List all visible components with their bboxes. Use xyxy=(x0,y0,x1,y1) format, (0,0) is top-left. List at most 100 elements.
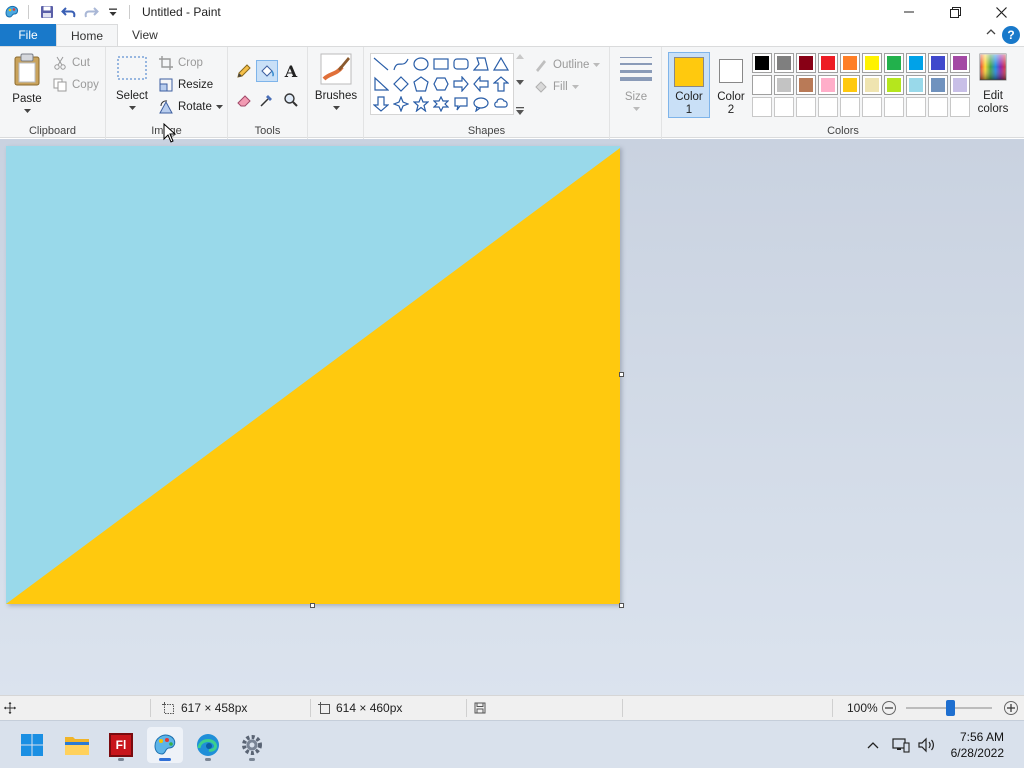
shapes-expand-icon[interactable] xyxy=(516,107,524,115)
palette-swatch[interactable] xyxy=(950,75,970,95)
palette-swatch[interactable] xyxy=(862,53,882,73)
resize-handle-bottom[interactable] xyxy=(310,603,315,608)
hexagon-shape-icon[interactable] xyxy=(431,74,451,94)
file-explorer-icon[interactable] xyxy=(59,727,95,763)
palette-swatch[interactable] xyxy=(752,53,772,73)
down-arrow-shape-icon[interactable] xyxy=(371,94,391,114)
four-point-star-shape-icon[interactable] xyxy=(391,94,411,114)
zoom-slider-thumb[interactable] xyxy=(946,700,955,716)
settings-icon[interactable] xyxy=(234,727,270,763)
copy-button[interactable]: Copy xyxy=(52,75,99,95)
system-clock[interactable]: 7:56 AM 6/28/2022 xyxy=(951,729,1004,761)
tab-view[interactable]: View xyxy=(118,24,172,46)
palette-swatch[interactable] xyxy=(950,97,970,117)
six-point-star-shape-icon[interactable] xyxy=(431,94,451,114)
palette-swatch[interactable] xyxy=(862,75,882,95)
close-icon[interactable] xyxy=(978,0,1024,24)
color-1-button[interactable]: Color 1 xyxy=(668,52,710,118)
cut-button[interactable]: Cut xyxy=(52,53,90,73)
edge-browser-icon[interactable] xyxy=(190,727,226,763)
magnifier-icon[interactable] xyxy=(280,89,302,111)
cloud-callout-shape-icon[interactable] xyxy=(491,94,511,114)
palette-swatch[interactable] xyxy=(884,53,904,73)
customize-dropdown-icon[interactable] xyxy=(103,2,123,22)
undo-icon[interactable] xyxy=(59,2,79,22)
paint-taskbar-icon[interactable] xyxy=(147,727,183,763)
rectangle-shape-icon[interactable] xyxy=(431,54,451,74)
palette-swatch[interactable] xyxy=(774,75,794,95)
crop-button[interactable]: Crop xyxy=(158,53,203,73)
scroll-down-icon[interactable] xyxy=(516,80,524,86)
volume-icon[interactable] xyxy=(916,721,938,768)
palette-swatch[interactable] xyxy=(818,97,838,117)
help-icon[interactable]: ? xyxy=(1002,26,1020,44)
polygon-shape-icon[interactable] xyxy=(471,54,491,74)
pencil-icon[interactable] xyxy=(233,60,255,82)
tab-home[interactable]: Home xyxy=(56,24,119,46)
scroll-up-icon[interactable] xyxy=(516,53,524,59)
resize-button[interactable]: Resize xyxy=(158,75,213,95)
palette-swatch[interactable] xyxy=(906,53,926,73)
palette-swatch[interactable] xyxy=(796,53,816,73)
five-point-star-shape-icon[interactable] xyxy=(411,94,431,114)
oval-shape-icon[interactable] xyxy=(411,54,431,74)
palette-swatch[interactable] xyxy=(950,53,970,73)
rotate-button[interactable]: Rotate xyxy=(158,97,223,117)
paste-button[interactable]: Paste xyxy=(8,53,46,117)
minimize-icon[interactable] xyxy=(886,0,932,24)
palette-swatch[interactable] xyxy=(840,97,860,117)
up-arrow-shape-icon[interactable] xyxy=(491,74,511,94)
resize-handle-corner[interactable] xyxy=(619,603,624,608)
redo-icon[interactable] xyxy=(81,2,101,22)
color-picker-icon[interactable] xyxy=(256,89,278,111)
rounded-rectangle-shape-icon[interactable] xyxy=(451,54,471,74)
maximize-icon[interactable] xyxy=(932,0,978,24)
ribbon-collapse-icon[interactable] xyxy=(986,27,996,39)
zoom-out-icon[interactable] xyxy=(882,701,896,715)
text-icon[interactable]: A xyxy=(280,60,302,82)
palette-swatch[interactable] xyxy=(884,75,904,95)
left-arrow-shape-icon[interactable] xyxy=(471,74,491,94)
triangle-shape-icon[interactable] xyxy=(491,54,511,74)
drawing-canvas[interactable] xyxy=(6,146,620,604)
palette-swatch[interactable] xyxy=(818,75,838,95)
show-hidden-icons-icon[interactable] xyxy=(864,721,882,768)
brushes-button[interactable]: Brushes xyxy=(314,53,358,121)
palette-swatch[interactable] xyxy=(774,97,794,117)
palette-swatch[interactable] xyxy=(840,75,860,95)
oval-callout-shape-icon[interactable] xyxy=(471,94,491,114)
palette-swatch[interactable] xyxy=(928,75,948,95)
color-2-button[interactable]: Color 2 xyxy=(712,53,750,119)
network-icon[interactable] xyxy=(890,721,912,768)
palette-swatch[interactable] xyxy=(928,97,948,117)
palette-swatch[interactable] xyxy=(752,75,772,95)
palette-swatch[interactable] xyxy=(862,97,882,117)
line-shape-icon[interactable] xyxy=(371,54,391,74)
rounded-callout-shape-icon[interactable] xyxy=(451,94,471,114)
paint-app-icon[interactable] xyxy=(2,2,22,22)
eraser-icon[interactable] xyxy=(233,89,255,111)
palette-swatch[interactable] xyxy=(906,75,926,95)
right-arrow-shape-icon[interactable] xyxy=(451,74,471,94)
curve-shape-icon[interactable] xyxy=(391,54,411,74)
palette-swatch[interactable] xyxy=(796,75,816,95)
size-button[interactable]: Size xyxy=(618,55,654,119)
pentagon-shape-icon[interactable] xyxy=(411,74,431,94)
edit-colors-button[interactable]: Edit colors xyxy=(974,53,1012,119)
fill-button[interactable]: Fill xyxy=(533,77,579,97)
palette-swatch[interactable] xyxy=(906,97,926,117)
palette-swatch[interactable] xyxy=(774,53,794,73)
palette-swatch[interactable] xyxy=(840,53,860,73)
start-icon[interactable] xyxy=(14,727,50,763)
palette-swatch[interactable] xyxy=(796,97,816,117)
palette-swatch[interactable] xyxy=(752,97,772,117)
palette-swatch[interactable] xyxy=(928,53,948,73)
flash-app-icon[interactable]: Fl xyxy=(103,727,139,763)
canvas-workspace[interactable] xyxy=(0,139,1024,695)
outline-button[interactable]: Outline xyxy=(533,55,601,75)
zoom-in-icon[interactable] xyxy=(1004,701,1018,715)
fill-bucket-icon[interactable] xyxy=(256,60,278,82)
diamond-shape-icon[interactable] xyxy=(391,74,411,94)
save-icon[interactable] xyxy=(37,2,57,22)
select-button[interactable]: Select xyxy=(114,55,150,119)
